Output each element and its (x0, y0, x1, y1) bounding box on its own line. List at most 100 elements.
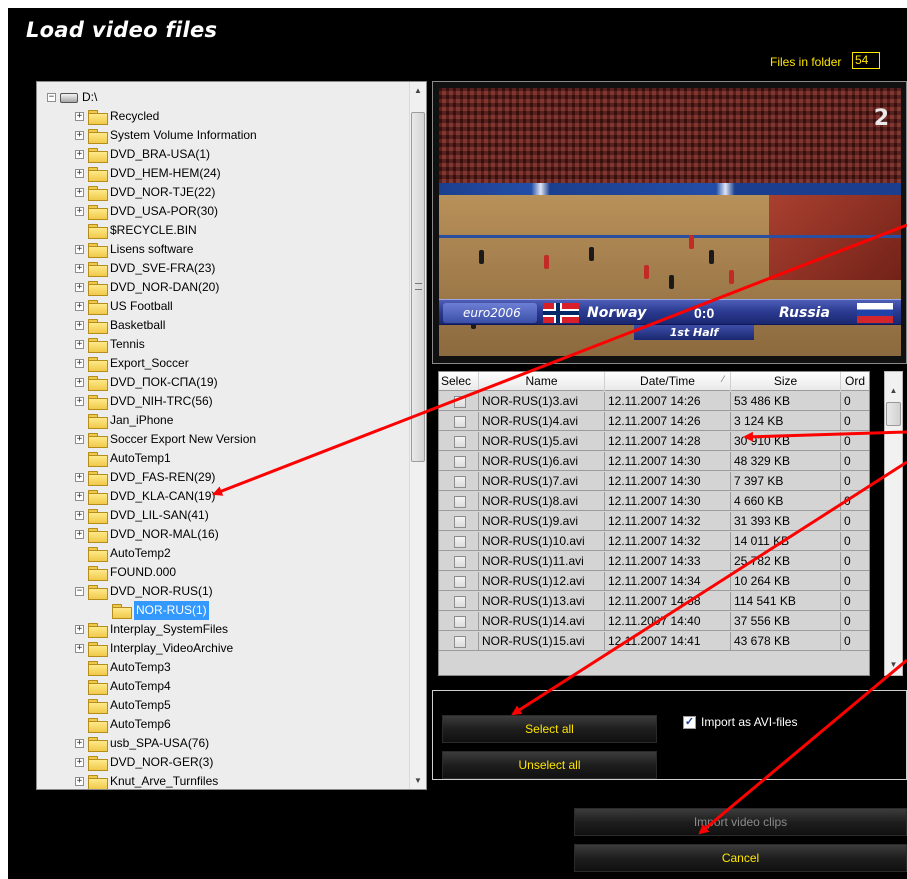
table-row[interactable]: NOR-RUS(1)11.avi 12.11.2007 14:33 25 782 K… (439, 552, 869, 571)
expand-icon[interactable]: + (75, 245, 84, 254)
tree-item[interactable]: − DVD_NOR-RUS(1) (75, 582, 213, 601)
expand-icon[interactable]: + (75, 112, 84, 121)
table-scroll-thumb[interactable] (886, 402, 901, 426)
expand-icon[interactable]: + (75, 378, 84, 387)
import-video-clips-button[interactable]: Import video clips (574, 808, 907, 836)
tree-item[interactable]: + DVD_NOR-GER(3) (75, 753, 213, 772)
tree-item[interactable]: + usb_SPA-USA(76) (75, 734, 209, 753)
table-row[interactable]: NOR-RUS(1)4.avi 12.11.2007 14:26 3 124 KB 0 (439, 412, 869, 431)
tree-item[interactable]: AutoTemp3 (75, 658, 171, 677)
video-preview[interactable]: 2 euro2006 Norway 0:0 Russia 1st Half (439, 88, 901, 356)
expand-icon[interactable]: + (75, 758, 84, 767)
table-row[interactable]: NOR-RUS(1)15.avi 12.11.2007 14:41 43 678 K… (439, 632, 869, 651)
row-checkbox[interactable] (454, 515, 466, 528)
collapse-icon[interactable]: − (47, 93, 56, 102)
table-row[interactable]: NOR-RUS(1)14.avi 12.11.2007 14:40 37 556 K… (439, 612, 869, 631)
column-datetime[interactable]: Date/Time ⁄ (605, 372, 731, 391)
tree-item[interactable]: + System Volume Information (75, 126, 257, 145)
tree-item[interactable]: AutoTemp2 (75, 544, 171, 563)
expand-icon[interactable]: + (75, 359, 84, 368)
tree-scrollbar[interactable]: ▲ ▼ (409, 82, 426, 789)
row-checkbox[interactable] (454, 595, 466, 608)
import-avi-checkbox[interactable]: ✓ (683, 715, 696, 729)
tree-item[interactable]: + DVD_FAS-REN(29) (75, 468, 215, 487)
expand-icon[interactable]: + (75, 530, 84, 539)
table-row[interactable]: NOR-RUS(1)8.avi 12.11.2007 14:30 4 660 KB 0 (439, 492, 869, 511)
table-scroll-track[interactable]: ▲ ▼ (884, 371, 903, 676)
tree-item[interactable]: + Interplay_VideoArchive (75, 639, 233, 658)
row-checkbox[interactable] (454, 435, 466, 448)
tree-scroll-thumb[interactable] (411, 112, 425, 462)
tree-item[interactable]: AutoTemp4 (75, 677, 171, 696)
column-name[interactable]: Name (479, 372, 605, 391)
tree-item[interactable]: + Lisens software (75, 240, 193, 259)
expand-icon[interactable]: + (75, 169, 84, 178)
tree-item[interactable]: AutoTemp5 (75, 696, 171, 715)
unselect-all-button[interactable]: Unselect all (442, 751, 657, 779)
tree-item[interactable]: + DVD_SVE-FRA(23) (75, 259, 215, 278)
tree-item[interactable]: + Soccer Export New Version (75, 430, 256, 449)
table-scroll-down-icon[interactable]: ▼ (885, 656, 902, 673)
column-order[interactable]: Ord (841, 372, 869, 391)
cancel-button[interactable]: Cancel (574, 844, 907, 872)
row-checkbox[interactable] (454, 575, 466, 588)
column-select[interactable]: Selec (439, 372, 479, 391)
tree-item[interactable]: AutoTemp1 (75, 449, 171, 468)
tree-item[interactable]: + Recycled (75, 107, 159, 126)
expand-icon[interactable]: + (75, 340, 84, 349)
tree-root[interactable]: − D:\ (47, 88, 97, 107)
tree-scroll-up-icon[interactable]: ▲ (410, 82, 426, 99)
table-row[interactable]: NOR-RUS(1)5.avi 12.11.2007 14:28 30 910 KB… (439, 432, 869, 451)
row-checkbox[interactable] (454, 495, 466, 508)
expand-icon[interactable]: + (75, 511, 84, 520)
expand-icon[interactable]: + (75, 435, 84, 444)
tree-item[interactable]: NOR-RUS(1) (99, 601, 209, 620)
tree-item[interactable]: + Interplay_SystemFiles (75, 620, 228, 639)
expand-icon[interactable]: + (75, 283, 84, 292)
expand-icon[interactable]: + (75, 131, 84, 140)
tree-item[interactable]: + DVD_BRA-USA(1) (75, 145, 210, 164)
tree-item[interactable]: + Export_Soccer (75, 354, 189, 373)
tree-item[interactable]: + DVD_NIH-TRC(56) (75, 392, 213, 411)
row-checkbox[interactable] (454, 535, 466, 548)
tree-item[interactable]: + DVD_KLA-CAN(19) (75, 487, 215, 506)
tree-item[interactable]: + Tennis (75, 335, 145, 354)
expand-icon[interactable]: + (75, 321, 84, 330)
row-checkbox[interactable] (454, 455, 466, 468)
row-checkbox[interactable] (454, 615, 466, 628)
expand-icon[interactable]: + (75, 150, 84, 159)
tree-item[interactable]: + DVD_LIL-SAN(41) (75, 506, 209, 525)
table-row[interactable]: NOR-RUS(1)13.avi 12.11.2007 14:38 114 541 … (439, 592, 869, 611)
row-checkbox[interactable] (454, 635, 466, 648)
table-row[interactable]: NOR-RUS(1)10.avi 12.11.2007 14:32 14 011 K… (439, 532, 869, 551)
tree-item[interactable]: + DVD_HEM-HEM(24) (75, 164, 221, 183)
table-row[interactable]: NOR-RUS(1)3.avi 12.11.2007 14:26 53 486 KB… (439, 392, 869, 411)
expand-icon[interactable]: + (75, 397, 84, 406)
tree-item[interactable]: + DVD_NOR-TJE(22) (75, 183, 215, 202)
column-size[interactable]: Size (731, 372, 841, 391)
tree-item[interactable]: AutoTemp6 (75, 715, 171, 734)
row-checkbox[interactable] (454, 475, 466, 488)
tree-item[interactable]: + DVD_NOR-MAL(16) (75, 525, 219, 544)
tree-item[interactable]: + DVD_NOR-DAN(20) (75, 278, 219, 297)
tree-item[interactable]: + Basketball (75, 316, 165, 335)
tree-item[interactable]: + DVD_USA-POR(30) (75, 202, 218, 221)
table-row[interactable]: NOR-RUS(1)6.avi 12.11.2007 14:30 48 329 KB… (439, 452, 869, 471)
expand-icon[interactable]: + (75, 264, 84, 273)
table-scroll-up-icon[interactable]: ▲ (885, 382, 902, 399)
expand-icon[interactable]: + (75, 302, 84, 311)
import-avi-option[interactable]: ✓ Import as AVI-files (683, 715, 797, 729)
collapse-icon[interactable]: − (75, 587, 84, 596)
expand-icon[interactable]: + (75, 777, 84, 786)
select-all-button[interactable]: Select all (442, 715, 657, 743)
tree-item[interactable]: Jan_iPhone (75, 411, 173, 430)
tree-scroll-down-icon[interactable]: ▼ (410, 772, 426, 789)
tree-item[interactable]: + Knut_Arve_Turnfiles (75, 772, 218, 789)
expand-icon[interactable]: + (75, 492, 84, 501)
expand-icon[interactable]: + (75, 625, 84, 634)
row-checkbox[interactable] (454, 395, 466, 408)
tree-item[interactable]: + US Football (75, 297, 173, 316)
table-row[interactable]: NOR-RUS(1)12.avi 12.11.2007 14:34 10 264 K… (439, 572, 869, 591)
file-table[interactable]: Selec Name Date/Time ⁄ Size Ord NOR-RUS(… (438, 371, 870, 676)
folder-tree[interactable]: − D:\ + Recycled + System Volume Information +… (36, 81, 427, 790)
